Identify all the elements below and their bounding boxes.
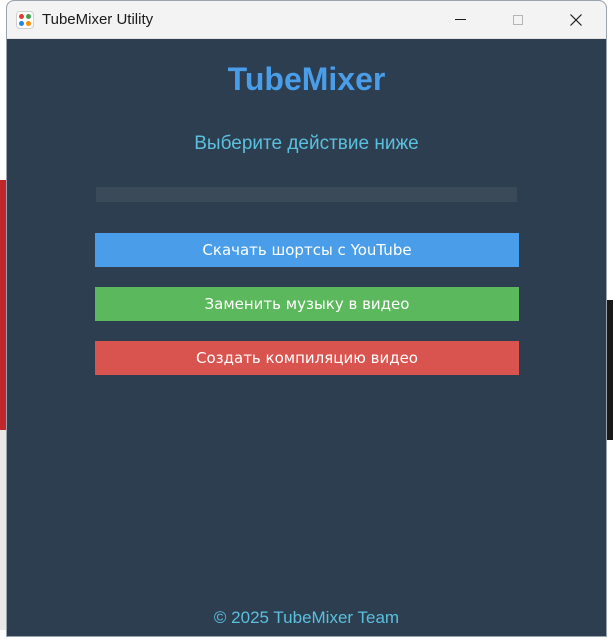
minimize-icon — [454, 19, 466, 20]
footer-copyright: © 2025 TubeMixer Team — [213, 608, 400, 627]
download-shorts-button[interactable]: Скачать шортсы с YouTube — [95, 233, 519, 267]
minimize-button[interactable] — [431, 1, 489, 38]
subtitle: Выберите действие ниже — [194, 133, 419, 154]
replace-music-button[interactable]: Заменить музыку в видео — [95, 287, 519, 321]
close-button[interactable] — [547, 1, 605, 38]
window-title: TubeMixer Utility — [42, 11, 154, 28]
close-icon — [570, 13, 582, 26]
progress-bar — [96, 187, 517, 202]
maximize-icon — [513, 14, 523, 25]
create-compilation-button[interactable]: Создать компиляцию видео — [95, 341, 519, 375]
app-window: TubeMixer Utility TubeMixer Выберите дей… — [6, 0, 607, 637]
maximize-button[interactable] — [489, 1, 547, 38]
app-title: TubeMixer — [227, 61, 386, 97]
app-logo-icon — [16, 11, 34, 29]
desktop-background — [607, 300, 613, 440]
title-bar[interactable]: TubeMixer Utility — [7, 1, 606, 39]
